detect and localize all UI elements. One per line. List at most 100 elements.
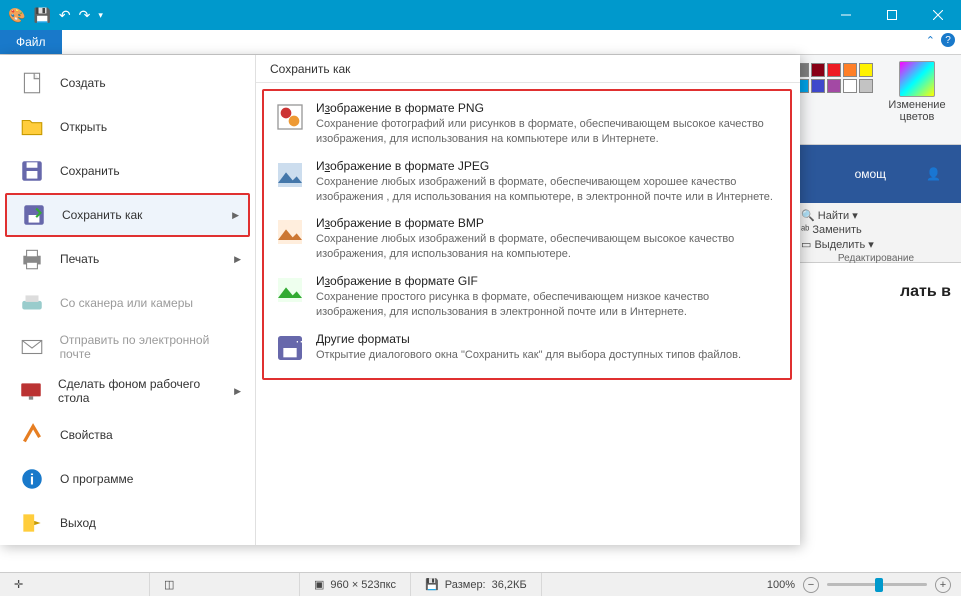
file-size-cell: 💾 Размер: 36,2КБ xyxy=(411,573,542,596)
submenu-arrow-icon: ▶ xyxy=(232,210,239,221)
file-menu-left: СоздатьОткрытьСохранитьСохранить как▶Печ… xyxy=(0,55,256,545)
color-swatch[interactable] xyxy=(859,63,873,77)
file-menu-item-label: Сделать фоном рабочего стола xyxy=(58,377,220,405)
about-icon: i xyxy=(18,465,46,493)
file-menu-item-label: Открыть xyxy=(60,120,107,134)
file-menu-item-label: Отправить по электронной почте xyxy=(60,333,241,361)
collapse-ribbon-icon[interactable]: ⌃ xyxy=(926,34,935,47)
file-menu-item-label: Выход xyxy=(60,516,96,530)
file-menu-item-label: О программе xyxy=(60,472,133,486)
status-bar: ✛ ◫ ▣ 960 × 523пкс 💾 Размер: 36,2КБ 100%… xyxy=(0,572,961,596)
props-icon xyxy=(18,421,46,449)
zoom-control[interactable]: 100% − + xyxy=(757,577,961,593)
cursor-pos-cell: ✛ xyxy=(0,573,150,596)
png-format-icon xyxy=(274,101,306,133)
file-menu-item-label: Создать xyxy=(60,76,106,90)
edit-colors-icon xyxy=(899,61,935,97)
option-desc: Открытие диалогового окна "Сохранить как… xyxy=(316,348,741,363)
qat-redo-icon[interactable]: ↷ xyxy=(79,7,91,24)
submenu-arrow-icon: ▶ xyxy=(234,386,241,397)
jpeg-format-icon xyxy=(274,159,306,191)
color-swatch[interactable] xyxy=(811,79,825,93)
edit-colors-label: Изменение цветов xyxy=(888,99,945,123)
title-bar: 🎨 💾 ↶ ↷ ▾ xyxy=(0,0,961,30)
minimize-button[interactable] xyxy=(823,0,869,30)
color-swatch[interactable] xyxy=(811,63,825,77)
file-menu-item-label: Печать xyxy=(60,252,99,266)
file-menu-item-about[interactable]: i О программе xyxy=(0,457,255,501)
scanner-icon xyxy=(18,289,46,317)
word-tab-label: омощ xyxy=(855,167,886,181)
option-title: Изображение в формате BMP xyxy=(316,216,780,230)
open-icon xyxy=(18,113,46,141)
quick-access-toolbar: 🎨 💾 ↶ ↷ ▾ xyxy=(0,7,111,24)
file-menu-item-label: Сохранить xyxy=(60,164,120,178)
option-title: Другие форматы xyxy=(316,332,741,346)
app-icon: 🎨 xyxy=(8,7,25,24)
file-menu-item-new[interactable]: Создать xyxy=(0,61,255,105)
file-menu-item-wallpaper[interactable]: Сделать фоном рабочего стола ▶ xyxy=(0,369,255,413)
other-format-icon: ⋯ xyxy=(274,332,306,364)
option-desc: Сохранение любых изображений в формате, … xyxy=(316,175,780,205)
save-as-option-png[interactable]: Изображение в формате PNG Сохранение фото… xyxy=(270,95,784,153)
file-menu-item-email: Отправить по электронной почте xyxy=(0,325,255,369)
saveas-icon xyxy=(20,201,48,229)
submenu-arrow-icon: ▶ xyxy=(234,254,241,265)
save-as-option-other[interactable]: ⋯ Другие форматы Открытие диалогового окна… xyxy=(270,326,784,370)
zoom-slider[interactable] xyxy=(827,583,927,586)
option-title: Изображение в формате GIF xyxy=(316,274,780,288)
color-swatch[interactable] xyxy=(843,63,857,77)
file-menu-item-label: Со сканера или камеры xyxy=(60,296,193,310)
color-swatch[interactable] xyxy=(843,79,857,93)
qat-save-icon[interactable]: 💾 xyxy=(33,7,50,24)
save-as-option-bmp[interactable]: Изображение в формате BMP Сохранение любы… xyxy=(270,210,784,268)
save-icon xyxy=(18,157,46,185)
bmp-format-icon xyxy=(274,216,306,248)
file-menu-item-print[interactable]: Печать ▶ xyxy=(0,237,255,281)
save-as-options-box: Изображение в формате PNG Сохранение фото… xyxy=(262,89,792,380)
wallpaper-icon xyxy=(18,377,44,405)
file-menu-item-props[interactable]: Свойства xyxy=(0,413,255,457)
word-find[interactable]: 🔍 Найти ▾ xyxy=(801,209,951,222)
option-desc: Сохранение любых изображений в формате, … xyxy=(316,232,780,262)
close-button[interactable] xyxy=(915,0,961,30)
canvas-size-cell: ▣ 960 × 523пкс xyxy=(300,573,411,596)
file-menu-item-label: Сохранить как xyxy=(62,208,142,222)
color-swatch[interactable] xyxy=(827,63,841,77)
exit-icon xyxy=(18,509,46,537)
color-swatch[interactable] xyxy=(827,79,841,93)
file-menu-item-save[interactable]: Сохранить xyxy=(0,149,255,193)
file-menu-item-open[interactable]: Открыть xyxy=(0,105,255,149)
file-tab[interactable]: Файл xyxy=(0,30,62,54)
email-icon xyxy=(18,333,46,361)
edit-colors-button[interactable]: Изменение цветов xyxy=(887,61,947,123)
maximize-button[interactable] xyxy=(869,0,915,30)
help-icon[interactable]: ? xyxy=(941,33,955,47)
save-as-option-gif[interactable]: Изображение в формате GIF Сохранение прос… xyxy=(270,268,784,326)
qat-dropdown-icon[interactable]: ▾ xyxy=(98,10,103,21)
word-replace[interactable]: ᵃᵇ Заменить xyxy=(801,224,951,236)
zoom-pct: 100% xyxy=(767,579,795,591)
save-as-panel-title: Сохранить как xyxy=(256,55,800,83)
word-select[interactable]: ▭ Выделить ▾ xyxy=(801,238,951,251)
save-as-option-jpeg[interactable]: Изображение в формате JPEG Сохранение люб… xyxy=(270,153,784,211)
background-word-window: омощ 👤 🔍 Найти ▾ ᵃᵇ Заменить ▭ Выделить … xyxy=(791,145,961,325)
svg-text:⋯: ⋯ xyxy=(295,334,306,348)
file-menu-item-label: Свойства xyxy=(60,428,113,442)
gif-format-icon xyxy=(274,274,306,306)
word-share-icon: 👤 xyxy=(926,167,941,181)
color-swatch[interactable] xyxy=(859,79,873,93)
file-menu-item-saveas[interactable]: Сохранить как ▶ xyxy=(5,193,250,237)
selection-cell: ◫ xyxy=(150,573,300,596)
option-title: Изображение в формате JPEG xyxy=(316,159,780,173)
file-menu-item-exit[interactable]: Выход xyxy=(0,501,255,545)
zoom-out-button[interactable]: − xyxy=(803,577,819,593)
option-desc: Сохранение простого рисунка в формате, о… xyxy=(316,290,780,320)
print-icon xyxy=(18,245,46,273)
qat-undo-icon[interactable]: ↶ xyxy=(59,7,71,24)
option-desc: Сохранение фотографий или рисунков в фор… xyxy=(316,117,780,147)
zoom-in-button[interactable]: + xyxy=(935,577,951,593)
option-title: Изображение в формате PNG xyxy=(316,101,780,115)
file-menu-item-scanner: Со сканера или камеры xyxy=(0,281,255,325)
svg-text:i: i xyxy=(30,471,34,488)
